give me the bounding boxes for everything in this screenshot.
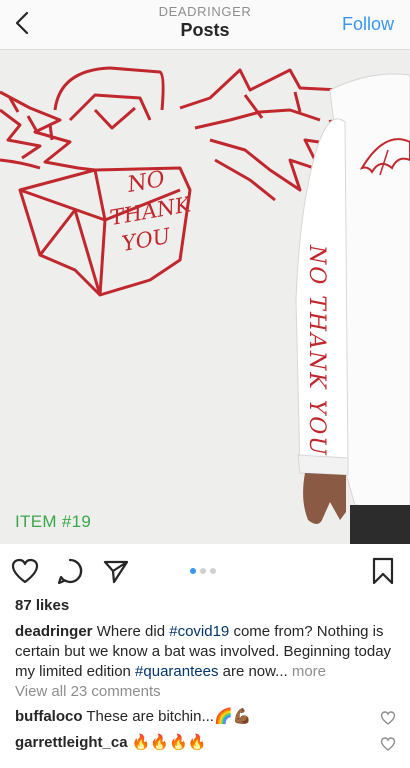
comment-item: buffaloco These are bitchin...🌈💪🏾 <box>15 707 395 727</box>
back-button[interactable] <box>8 8 38 38</box>
comment-like-icon[interactable] <box>380 736 396 752</box>
artwork-text-no: NO <box>125 167 167 198</box>
comment-button[interactable] <box>55 556 85 586</box>
back-arrow-icon <box>15 11 29 35</box>
artwork-text-you: YOU <box>120 224 173 256</box>
caption-text-3: are now... <box>218 663 288 680</box>
save-button[interactable] <box>368 556 398 586</box>
comment-bubble-icon <box>57 558 83 585</box>
post-image[interactable]: NO THANK YOU NO THANK YOU ITEM #19 <box>0 50 410 544</box>
comment-username[interactable]: garrettleight_ca <box>15 734 128 751</box>
caption-text-1: Where did <box>92 623 170 640</box>
likes-count[interactable]: 87 likes <box>15 597 69 614</box>
carousel-dot <box>200 568 206 574</box>
comment-text: 🔥🔥🔥🔥 <box>127 734 207 751</box>
caption-more-link[interactable]: more <box>288 663 326 680</box>
hashtag-link[interactable]: #quarantees <box>135 663 218 680</box>
like-button[interactable] <box>10 556 40 586</box>
artwork-text-thank: THANK <box>108 192 194 230</box>
bookmark-icon <box>372 557 394 585</box>
carousel-dot <box>210 568 216 574</box>
share-button[interactable] <box>101 556 131 586</box>
carousel-indicator <box>190 568 216 574</box>
caption-username[interactable]: deadringer <box>15 623 93 640</box>
comment-item: garrettleight_ca 🔥🔥🔥🔥 <box>15 733 395 753</box>
view-all-comments-link[interactable]: View all 23 comments <box>15 683 161 700</box>
follow-button[interactable]: Follow <box>342 13 394 35</box>
comment-text: These are bitchin...🌈💪🏾 <box>82 708 252 725</box>
hashtag-link[interactable]: #covid19 <box>169 623 229 640</box>
action-bar <box>0 544 410 596</box>
post-caption: deadringer Where did #covid19 come from?… <box>15 622 395 682</box>
artwork-illustration: NO THANK YOU NO THANK YOU <box>0 66 410 544</box>
carousel-dot-active <box>190 568 196 574</box>
comment-like-icon[interactable] <box>380 710 396 726</box>
top-bar: DEADRINGER Posts Follow <box>0 0 410 50</box>
send-paper-plane-icon <box>103 560 129 584</box>
sleeve-print-text: NO THANK YOU <box>304 244 329 457</box>
heart-icon <box>11 558 39 584</box>
comment-username[interactable]: buffaloco <box>15 708 83 725</box>
image-caption: ITEM #19 <box>15 512 92 531</box>
